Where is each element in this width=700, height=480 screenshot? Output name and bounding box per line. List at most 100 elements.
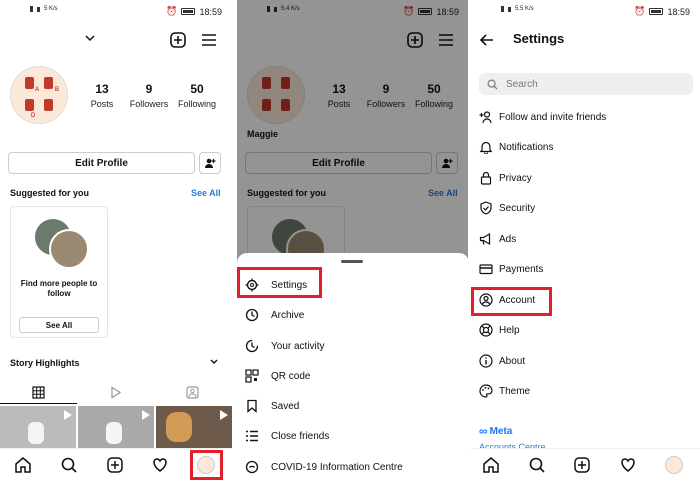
settings-item-label: Security bbox=[499, 202, 536, 214]
reel-icon bbox=[142, 410, 150, 420]
settings-item-label: Notifications bbox=[499, 141, 554, 153]
discover-people-button[interactable] bbox=[199, 152, 221, 174]
shield-icon bbox=[480, 201, 492, 215]
screenshot-composite: 5 K/s ⏰ 18:59 A B D 13 Posts 9 Followers… bbox=[0, 0, 700, 480]
palette-icon bbox=[479, 384, 493, 398]
reel-icon bbox=[64, 410, 72, 420]
chevron-down-icon[interactable] bbox=[210, 358, 218, 366]
settings-item-label: Follow and invite friends bbox=[499, 111, 607, 123]
archive-icon bbox=[245, 308, 259, 322]
lifebuoy-icon bbox=[479, 323, 493, 337]
new-post-icon[interactable] bbox=[573, 456, 591, 474]
network-speed: 5 K/s bbox=[44, 6, 58, 12]
menu-item-archive[interactable]: Archive bbox=[245, 305, 304, 325]
battery-icon bbox=[181, 8, 196, 15]
tab-tagged[interactable] bbox=[154, 380, 231, 404]
grid-icon bbox=[32, 385, 45, 399]
page-title: Settings bbox=[513, 31, 565, 46]
see-all-link[interactable]: See All bbox=[191, 188, 221, 198]
search-icon[interactable] bbox=[60, 456, 78, 474]
settings-item-label: Help bbox=[499, 324, 520, 336]
following-stat[interactable]: 50 Following bbox=[176, 82, 218, 109]
card-see-all-button[interactable]: See All bbox=[19, 317, 99, 333]
settings-item-payments[interactable]: Payments bbox=[479, 260, 543, 278]
new-post-icon[interactable] bbox=[169, 31, 187, 49]
post-grid bbox=[0, 406, 232, 450]
suggestion-card: Find more people to follow See All bbox=[10, 206, 108, 338]
edit-profile-button[interactable]: Edit Profile bbox=[8, 152, 195, 174]
new-post-icon[interactable] bbox=[106, 456, 124, 474]
profile-tab-avatar[interactable] bbox=[665, 456, 683, 474]
add-person-icon bbox=[205, 158, 216, 168]
menu-item-qr-code[interactable]: QR code bbox=[245, 366, 310, 386]
qr-code-icon bbox=[245, 369, 259, 383]
settings-item-security[interactable]: Security bbox=[479, 199, 535, 217]
menu-item-label: Your activity bbox=[271, 340, 325, 352]
settings-item-label: Privacy bbox=[499, 172, 532, 184]
alarm-icon: ⏰ bbox=[634, 6, 646, 16]
activity-icon bbox=[245, 339, 259, 353]
menu-item-label: COVID-19 Information Centre bbox=[271, 461, 403, 473]
covid-icon bbox=[245, 460, 259, 474]
drag-handle[interactable] bbox=[341, 260, 363, 263]
close-friends-icon bbox=[246, 430, 258, 442]
post-thumbnail[interactable] bbox=[0, 406, 76, 450]
settings-item-follow-invite[interactable]: Follow and invite friends bbox=[479, 108, 606, 126]
settings-item-theme[interactable]: Theme bbox=[479, 382, 530, 400]
home-icon[interactable] bbox=[14, 456, 32, 474]
avatar-letter: D bbox=[31, 113, 36, 119]
meta-infinity-icon: ∞ bbox=[479, 424, 488, 438]
chevron-down-icon[interactable] bbox=[84, 32, 96, 44]
status-time: 18:59 bbox=[667, 6, 690, 17]
battery-icon bbox=[649, 8, 664, 15]
posts-stat[interactable]: 13 Posts bbox=[88, 82, 116, 109]
menu-icon[interactable] bbox=[200, 31, 218, 49]
menu-item-label: Close friends bbox=[271, 430, 330, 442]
home-icon[interactable] bbox=[482, 456, 500, 474]
post-thumbnail[interactable] bbox=[78, 406, 154, 450]
status-right: ⏰ 18:59 bbox=[166, 6, 222, 17]
search-icon bbox=[487, 79, 498, 90]
settings-item-label: Theme bbox=[499, 385, 531, 397]
highlight-box bbox=[237, 267, 322, 298]
post-thumbnail[interactable] bbox=[156, 406, 232, 450]
settings-item-ads[interactable]: Ads bbox=[479, 230, 516, 248]
avatar[interactable]: A B D bbox=[10, 66, 68, 124]
back-arrow-icon[interactable] bbox=[479, 32, 495, 48]
settings-item-privacy[interactable]: Privacy bbox=[479, 169, 532, 187]
alarm-icon: ⏰ bbox=[166, 6, 178, 16]
lock-icon bbox=[480, 171, 492, 185]
following-count: 50 bbox=[190, 82, 204, 96]
tagged-icon bbox=[186, 385, 199, 399]
followers-count: 9 bbox=[145, 82, 153, 96]
tab-reels[interactable] bbox=[77, 380, 154, 404]
settings-item-about[interactable]: About bbox=[479, 352, 525, 370]
status-right: ⏰ 18:59 bbox=[634, 6, 690, 17]
menu-item-your-activity[interactable]: Your activity bbox=[245, 336, 325, 356]
settings-item-label: About bbox=[499, 355, 526, 367]
menu-screen: 5.4 K/s ⏰ 18:59 13 Posts 9 Followers 50 bbox=[237, 0, 469, 480]
menu-item-saved[interactable]: Saved bbox=[245, 396, 299, 416]
meta-logo: ∞ Meta bbox=[479, 424, 512, 438]
status-bar: 5 K/s ⏰ 18:59 bbox=[0, 6, 232, 20]
posts-count: 13 bbox=[95, 82, 109, 96]
heart-icon[interactable] bbox=[619, 456, 637, 474]
tab-grid[interactable] bbox=[0, 380, 77, 404]
avatar-letter: B bbox=[55, 87, 60, 93]
heart-icon[interactable] bbox=[151, 456, 169, 474]
megaphone-icon bbox=[479, 232, 491, 246]
network-speed: 5.5 K/s bbox=[515, 6, 534, 12]
search-icon[interactable] bbox=[528, 456, 546, 474]
menu-item-label: Archive bbox=[271, 309, 305, 321]
profile-tabs bbox=[0, 380, 232, 404]
settings-item-label: Ads bbox=[499, 233, 517, 245]
search-input[interactable]: Search bbox=[479, 73, 693, 95]
settings-item-help[interactable]: Help bbox=[479, 321, 520, 339]
followers-stat[interactable]: 9 Followers bbox=[128, 82, 170, 109]
menu-item-covid-info[interactable]: COVID-19 Information Centre bbox=[245, 457, 403, 477]
story-highlights-label[interactable]: Story Highlights bbox=[10, 358, 80, 368]
settings-item-notifications[interactable]: Notifications bbox=[479, 138, 553, 156]
play-icon bbox=[111, 385, 122, 399]
status-time: 18:59 bbox=[199, 6, 222, 17]
menu-item-close-friends[interactable]: Close friends bbox=[245, 426, 329, 446]
